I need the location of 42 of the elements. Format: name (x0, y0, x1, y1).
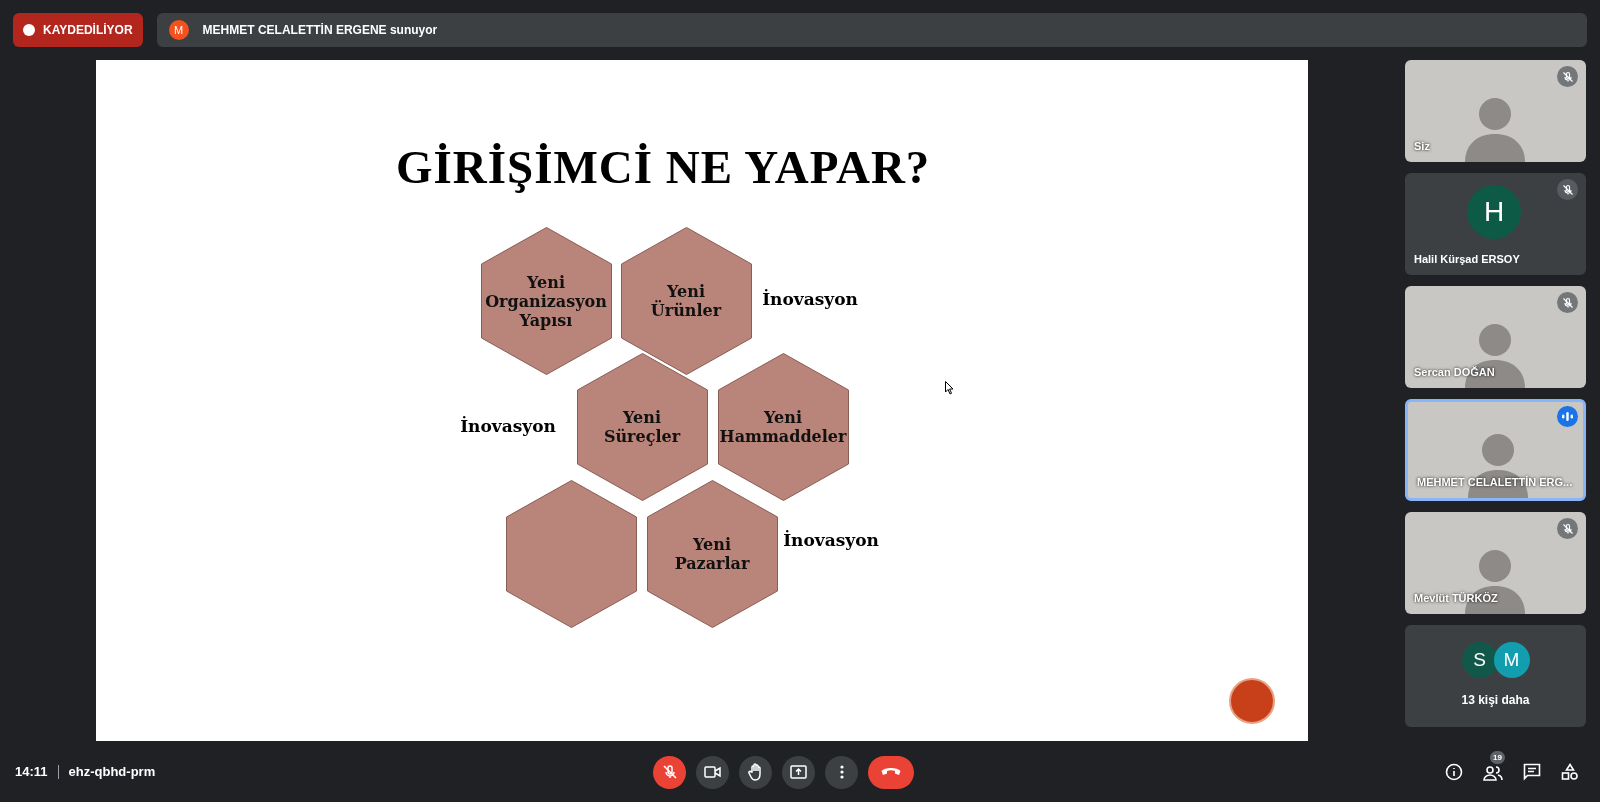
more-options-button[interactable] (825, 755, 858, 789)
hexagon-label: Yeni Hammaddeler (719, 408, 847, 446)
participant-avatar: S (1461, 642, 1498, 678)
hexagon-label: Yeni Organizasyon Yapısı (485, 272, 607, 330)
innovation-label: İnovasyon (762, 288, 858, 312)
present-screen-button[interactable] (782, 755, 815, 789)
participant-avatar: M (1493, 642, 1530, 678)
presenter-avatar: M (168, 20, 189, 40)
meeting-code: ehz-qbhd-prm (68, 763, 156, 782)
more-vertical-icon (839, 765, 844, 779)
mouse-cursor-icon (945, 381, 954, 395)
logo-icon (1229, 678, 1275, 724)
participant-name: Halil Kürşad ERSOY (1414, 251, 1520, 267)
hexagon-label: Yeni Pazarlar (674, 535, 750, 573)
info-icon[interactable] (1445, 763, 1463, 781)
participant-count-badge: 19 (1490, 751, 1505, 764)
innovation-label: İnovasyon (783, 529, 879, 553)
hexagon-label: Yeni Süreçler (603, 408, 681, 446)
activities-icon[interactable] (1561, 763, 1579, 781)
clock-time: 14:11 (15, 763, 48, 782)
microphone-button[interactable] (653, 755, 686, 789)
presenter-text: MEHMET CELALETTİN ERGENE sunuyor (202, 22, 438, 39)
mic-off-icon (661, 764, 678, 780)
participant-avatar: H (1467, 185, 1521, 239)
raise-hand-button[interactable] (739, 755, 772, 789)
participant-name: Mevlüt TÜRKÖZ (1414, 590, 1498, 606)
hexagon-label: Yeni Ürünler (650, 282, 722, 320)
audio-bars-icon (1562, 412, 1573, 421)
leave-call-button[interactable] (868, 755, 914, 789)
hand-icon (747, 763, 764, 781)
recording-label: KAYDEDİLİYOR (43, 22, 133, 39)
camera-icon (704, 766, 721, 778)
slide-title: GİRİŞİMCİ NE YAPAR? (396, 140, 931, 195)
more-participants-text: 13 kişi daha (1460, 692, 1531, 709)
camera-button[interactable] (696, 755, 729, 789)
hang-up-icon (881, 768, 901, 776)
innovation-label: İnovasyon (460, 415, 556, 439)
chat-icon[interactable] (1523, 763, 1541, 781)
people-icon[interactable] (1483, 765, 1503, 781)
participant-name: MEHMET CELALETTİN ERG... (1417, 474, 1573, 490)
participant-name: Sercan DOĞAN (1414, 364, 1495, 380)
present-screen-icon (790, 765, 807, 779)
